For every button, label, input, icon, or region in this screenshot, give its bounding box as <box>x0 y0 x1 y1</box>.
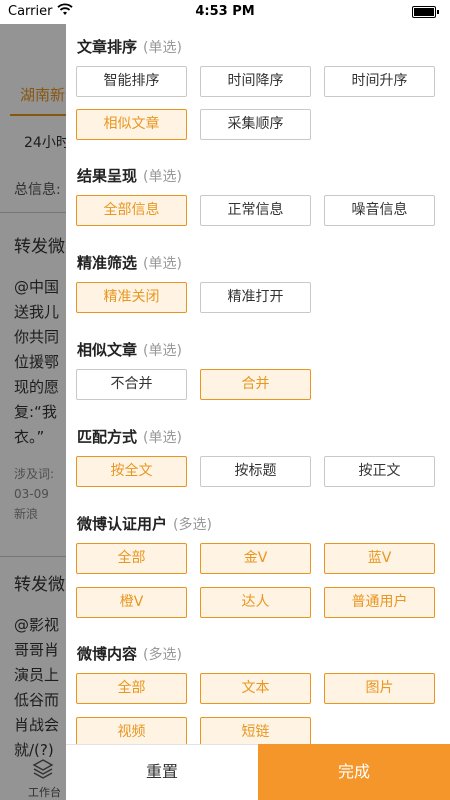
filter-drawer: 文章排序 (单选) 智能排序 时间降序 时间升序 相似文章 采集顺序 结果呈现 (单… <box>66 24 450 800</box>
option-by-title[interactable]: 按标题 <box>200 456 311 487</box>
option-normal-info[interactable]: 正常信息 <box>200 195 311 226</box>
reset-button[interactable]: 重置 <box>66 745 258 800</box>
option-similar-articles[interactable]: 相似文章 <box>76 109 187 140</box>
option-text[interactable]: 文本 <box>200 673 311 704</box>
option-expert[interactable]: 达人 <box>200 587 311 618</box>
option-regular-user[interactable]: 普通用户 <box>324 587 435 618</box>
option-blue-v[interactable]: 蓝V <box>324 543 435 574</box>
option-by-fulltext[interactable]: 按全文 <box>76 456 187 487</box>
option-no-merge[interactable]: 不合并 <box>76 369 187 400</box>
option-collection-order[interactable]: 采集顺序 <box>200 109 311 140</box>
option-all-info[interactable]: 全部信息 <box>76 195 187 226</box>
section-title: 相似文章 (单选) <box>77 341 182 359</box>
section-title: 匹配方式 (单选) <box>77 428 182 446</box>
battery-icon <box>412 6 439 18</box>
option-merge[interactable]: 合并 <box>200 369 311 400</box>
option-time-desc[interactable]: 时间降序 <box>200 66 311 97</box>
option-noise-info[interactable]: 噪音信息 <box>324 195 435 226</box>
option-orange-v[interactable]: 橙V <box>76 587 187 618</box>
drawer-footer: 重置 完成 <box>66 744 450 800</box>
status-time: 4:53 PM <box>195 4 255 19</box>
option-by-body[interactable]: 按正文 <box>324 456 435 487</box>
section-title: 结果呈现 (单选) <box>77 167 182 185</box>
option-smart-sort[interactable]: 智能排序 <box>76 66 187 97</box>
section-title: 微博内容 (多选) <box>77 645 182 663</box>
option-short-link[interactable]: 短链 <box>200 717 311 744</box>
section-title: 精准筛选 (单选) <box>77 254 182 272</box>
option-all-users[interactable]: 全部 <box>76 543 187 574</box>
option-gold-v[interactable]: 金V <box>200 543 311 574</box>
done-button[interactable]: 完成 <box>258 744 450 800</box>
section-title: 微博认证用户 (多选) <box>77 515 212 533</box>
filter-scroll-area[interactable]: 文章排序 (单选) 智能排序 时间降序 时间升序 相似文章 采集顺序 结果呈现 (单… <box>66 24 450 744</box>
option-precise-off[interactable]: 精准关闭 <box>76 282 187 313</box>
section-title: 文章排序 (单选) <box>77 38 182 56</box>
option-video[interactable]: 视频 <box>76 717 187 744</box>
option-image[interactable]: 图片 <box>324 673 435 704</box>
option-precise-on[interactable]: 精准打开 <box>200 282 311 313</box>
option-time-asc[interactable]: 时间升序 <box>324 66 435 97</box>
status-bar: Carrier 4:53 PM <box>0 0 450 24</box>
option-all-content[interactable]: 全部 <box>76 673 187 704</box>
